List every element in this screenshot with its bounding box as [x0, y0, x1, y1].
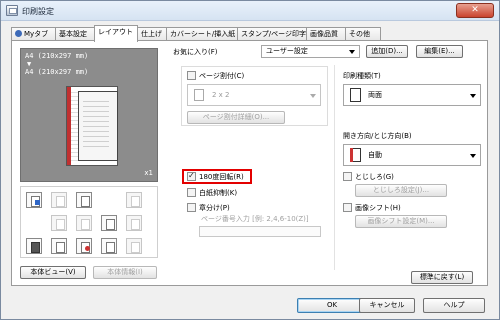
favorites-label: お気に入り(F) [173, 48, 218, 56]
binding-select[interactable]: 自動 [343, 144, 481, 166]
image-shift-settings-button[interactable]: 画像シフト設定(M)... [355, 215, 447, 228]
print-type-value: 両面 [368, 91, 382, 99]
binding-label: 開き方向/とじ方向(B) [343, 132, 412, 140]
combination-checkbox[interactable] [187, 71, 196, 80]
duplex-page-icon [350, 88, 361, 102]
tab-layout[interactable]: レイアウト [94, 25, 138, 42]
tab-label: 画像品質 [310, 30, 338, 38]
tab-label: 仕上げ [141, 30, 162, 38]
image-shift-checkbox[interactable] [343, 203, 352, 212]
arrow-down-icon: ▼ [27, 60, 32, 68]
punch-icon [76, 192, 92, 208]
original-size-text: A4 (210x297 mm) [25, 52, 89, 60]
tab-label: Myタブ [24, 30, 49, 38]
chevron-down-icon [310, 94, 316, 98]
column-divider [334, 65, 335, 270]
binding-edge-icon [350, 148, 361, 162]
tab-basic[interactable]: 基本設定 [55, 27, 95, 41]
tab-stamp[interactable]: スタンプ/ページ印字 [237, 27, 307, 41]
user-auth-icon [76, 238, 92, 254]
box-save-icon [126, 238, 142, 254]
cancel-button[interactable]: キャンセル [359, 298, 415, 313]
print-settings-dialog: 印刷設定 ✕ Myタブ 基本設定 レイアウト 仕上げ カバーシート/挿入紙 スタ… [0, 0, 500, 320]
account-icon [51, 238, 67, 254]
tab-label: レイアウト [98, 28, 133, 36]
window-title: 印刷設定 [22, 7, 54, 16]
chevron-down-icon [470, 154, 476, 158]
chapters-hint: ページ番号入力 [例: 2,4,6-10(Z)] [201, 215, 309, 223]
combination-label: ページ割付(C) [199, 72, 245, 80]
binding-value: 自動 [368, 151, 382, 159]
edit-favorite-button[interactable]: 編集(E)... [416, 45, 463, 58]
sort-icon [76, 215, 92, 231]
restore-defaults-button[interactable]: 標準に戻す(L) [411, 271, 473, 284]
tab-label: 基本設定 [59, 30, 87, 38]
function-icon-grid [20, 186, 158, 258]
chapters-checkbox[interactable] [187, 203, 196, 212]
output-size-text: A4 (210x297 mm) [25, 68, 89, 76]
tab-image-quality[interactable]: 画像品質 [306, 27, 346, 41]
tab-cover-sheet[interactable]: カバーシート/挿入紙 [166, 27, 238, 41]
favorites-select[interactable]: ユーザー設定 [261, 45, 360, 58]
staple-icon [51, 192, 67, 208]
favorites-value: ユーザー設定 [266, 47, 308, 55]
document-icon [26, 192, 42, 208]
image-shift-label: 画像シフト(H) [355, 204, 401, 212]
ok-button[interactable]: OK [297, 298, 367, 313]
printer-info-button[interactable]: 本体情報(I) [93, 266, 157, 279]
chapters-input[interactable] [199, 226, 321, 237]
paper-preview: A4 (210x297 mm) ▼ A4 (210x297 mm) x1 [20, 48, 158, 182]
close-button[interactable]: ✕ [456, 3, 494, 18]
tray-icon [126, 215, 142, 231]
tab-label: その他 [349, 30, 370, 38]
tab-other[interactable]: その他 [345, 27, 381, 41]
copies-count: x1 [144, 169, 153, 177]
tab-finishing[interactable]: 仕上げ [137, 27, 167, 41]
tab-label: カバーシート/挿入紙 [170, 30, 236, 38]
combination-detail-button[interactable]: ページ割付詳細(O)... [187, 111, 285, 124]
secure-print-icon [101, 238, 117, 254]
chapters-label: 章分け(P) [199, 204, 230, 212]
printer-icon [6, 5, 18, 16]
skip-blank-label: 白紙抑制(K) [199, 189, 238, 197]
title-bar: 印刷設定 ✕ [1, 1, 499, 21]
print-type-select[interactable]: 両面 [343, 84, 481, 106]
chevron-down-icon [470, 94, 476, 98]
combination-select[interactable]: 2 x 2 [187, 84, 321, 106]
highlight-frame [182, 169, 252, 184]
combination-value: 2 x 2 [212, 91, 230, 99]
paper-front-image [78, 91, 118, 161]
binding-edge-marker [67, 87, 71, 165]
margin-settings-button[interactable]: とじしろ設定(J)... [355, 184, 447, 197]
person-icon [15, 30, 22, 37]
tab-label: スタンプ/ページ印字 [241, 30, 307, 38]
print-type-label: 印刷種類(T) [343, 72, 381, 80]
margin-label: とじしろ(G) [355, 173, 394, 181]
copy-icon [51, 215, 67, 231]
help-button[interactable]: ヘルプ [423, 298, 485, 313]
text-page-icon [101, 215, 117, 231]
skip-blank-checkbox[interactable] [187, 188, 196, 197]
fold-icon [126, 192, 142, 208]
chevron-down-icon [349, 50, 355, 54]
margin-checkbox[interactable] [343, 172, 352, 181]
tab-my-tab[interactable]: Myタブ [11, 27, 56, 41]
printer-view-button[interactable]: 本体ビュー(V) [20, 266, 86, 279]
printer-page-icon [26, 238, 42, 254]
layout-grid-icon [194, 89, 204, 101]
add-favorite-button[interactable]: 追加(D)... [366, 45, 408, 58]
